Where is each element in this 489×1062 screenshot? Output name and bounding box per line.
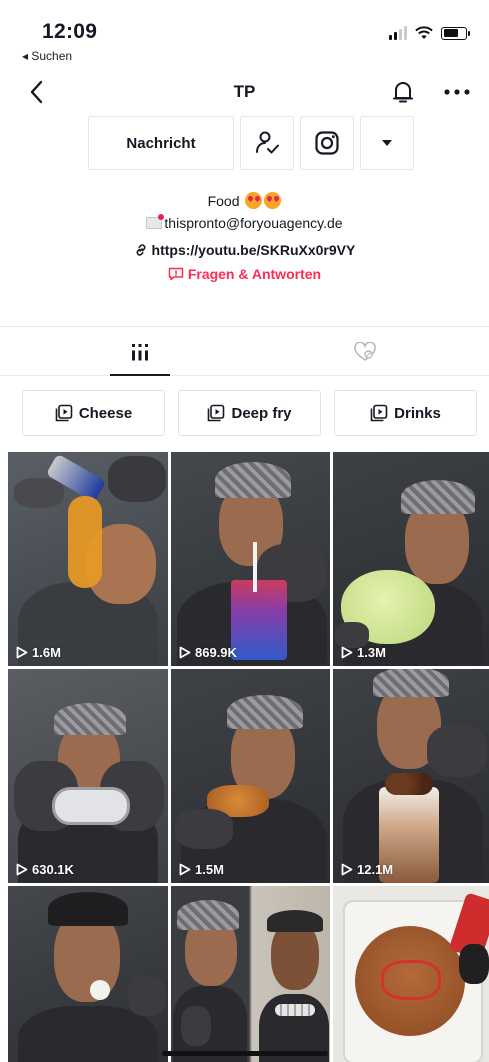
video-thumbnail[interactable]: 1.6M — [8, 452, 168, 666]
link-icon — [136, 244, 146, 256]
more-options-button[interactable] — [439, 76, 475, 108]
view-count: 1.5M — [179, 862, 224, 877]
play-icon — [179, 863, 191, 876]
play-icon — [341, 646, 353, 659]
qa-link-text[interactable]: Fragen & Antworten — [188, 266, 321, 282]
heart-eyes-emoji-icon — [264, 192, 282, 209]
view-count-text: 1.5M — [195, 862, 224, 877]
home-indicator[interactable] — [162, 1051, 328, 1056]
instagram-button[interactable] — [300, 116, 354, 170]
status-icons — [389, 24, 470, 42]
tab-liked[interactable] — [305, 327, 425, 377]
notification-bell-button[interactable] — [387, 76, 419, 108]
view-count-text: 630.1K — [32, 862, 74, 877]
heart-eyes-emoji-icon — [245, 192, 263, 209]
cellular-signal-icon — [389, 26, 407, 40]
play-icon — [16, 646, 28, 659]
battery-icon — [441, 26, 470, 40]
bio-email: thispronto@foryouagency.de — [0, 212, 489, 234]
video-thumbnail[interactable]: 12.1M — [333, 669, 489, 883]
playlist-deep-fry[interactable]: Deep fry — [178, 390, 321, 436]
playlist-label: Drinks — [394, 404, 441, 422]
suggested-accounts-dropdown[interactable] — [360, 116, 414, 170]
playlist-icon — [55, 404, 73, 422]
active-tab-indicator — [110, 374, 170, 376]
video-thumbnail[interactable]: 630.1K — [8, 669, 168, 883]
view-count-text: 1.3M — [357, 645, 386, 660]
qa-icon — [168, 267, 184, 281]
following-button[interactable] — [240, 116, 294, 170]
video-thumbnail[interactable]: 869.9K — [171, 452, 330, 666]
bell-icon — [393, 82, 413, 103]
view-count: 1.3M — [341, 645, 386, 660]
user-check-icon — [256, 131, 279, 154]
profile-header: TP — [0, 70, 489, 114]
hidden-heart-icon — [354, 342, 376, 361]
back-to-search-link[interactable]: ◂ Suchen — [22, 49, 72, 63]
view-count: 1.6M — [16, 645, 61, 660]
bio-link[interactable]: https://youtu.be/SKRuXx0r9VY — [0, 242, 489, 258]
view-count-text: 12.1M — [357, 862, 394, 877]
wifi-icon — [415, 26, 433, 39]
video-thumbnail[interactable] — [8, 886, 168, 1062]
video-thumbnail[interactable] — [333, 886, 489, 1062]
playlist-label: Deep fry — [231, 404, 292, 422]
bio-link-text[interactable]: https://youtu.be/SKRuXx0r9VY — [152, 242, 356, 258]
video-grid: 1.6M 869.9K 1.3M 630.1K 1.5M 12.1M — [8, 452, 489, 1062]
playlist-icon — [370, 404, 388, 422]
playlist-icon — [208, 404, 225, 422]
play-icon — [341, 863, 353, 876]
view-count: 12.1M — [341, 862, 393, 877]
play-icon — [16, 863, 28, 876]
view-count-text: 1.6M — [32, 645, 61, 660]
profile-bio: Food thispronto@foryouagency.de https://… — [0, 190, 489, 282]
playlist-label: Cheese — [78, 404, 133, 422]
more-dots-icon — [444, 89, 470, 95]
mail-icon — [146, 214, 165, 229]
instagram-icon — [315, 131, 339, 155]
video-thumbnail[interactable] — [171, 886, 330, 1062]
profile-tabs — [0, 326, 489, 376]
view-count-text: 869.9K — [195, 645, 237, 660]
video-thumbnail[interactable]: 1.3M — [333, 452, 489, 666]
status-time: 12:09 — [42, 20, 98, 43]
playlist-cheese[interactable]: Cheese — [22, 390, 165, 436]
bio-text-label: Food — [207, 193, 240, 209]
playlist-drinks[interactable]: Drinks — [334, 390, 477, 436]
bio-text: Food — [0, 190, 489, 212]
profile-action-row: Nachricht — [88, 116, 414, 170]
view-count: 630.1K — [16, 862, 74, 877]
view-count: 869.9K — [179, 645, 237, 660]
video-thumbnail[interactable]: 1.5M — [171, 669, 330, 883]
play-icon — [179, 646, 191, 659]
message-button[interactable]: Nachricht — [88, 116, 234, 170]
bio-email-text: thispronto@foryouagency.de — [164, 215, 343, 231]
grid-icon — [132, 344, 148, 361]
tab-videos[interactable] — [80, 327, 200, 377]
playlist-row: Cheese Deep fry Drinks — [22, 390, 477, 436]
caret-down-icon — [382, 140, 392, 146]
qa-link[interactable]: Fragen & Antworten — [0, 266, 489, 282]
status-bar: 12:09 ◂ Suchen — [0, 0, 489, 70]
